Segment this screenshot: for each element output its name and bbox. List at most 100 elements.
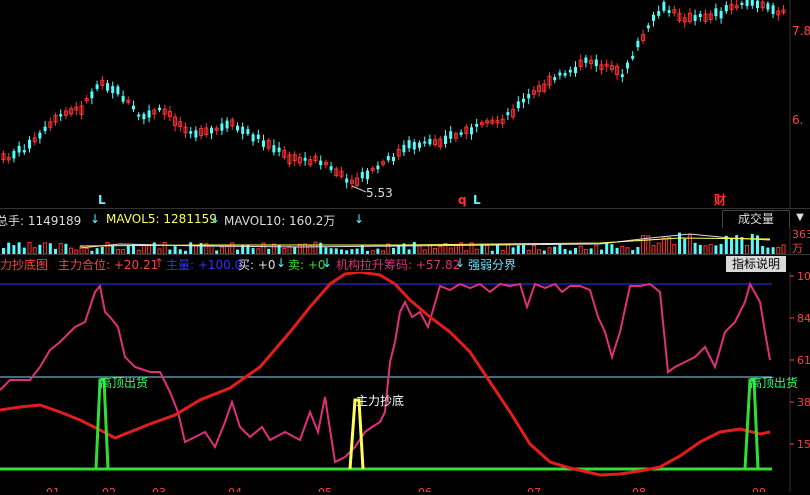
buy-signal-spike — [348, 398, 365, 470]
volume-bar — [17, 242, 21, 254]
volume-bar — [105, 242, 110, 255]
arrow-down-icon: ↓ — [210, 212, 221, 226]
chart-marker: 财 — [713, 192, 726, 207]
volume-bar — [708, 244, 713, 255]
candle-body — [568, 69, 572, 73]
volume-bar — [319, 242, 323, 254]
chevron-down-icon[interactable]: ▼ — [792, 209, 808, 227]
volume-bar — [776, 246, 781, 255]
candle-body — [111, 86, 115, 94]
volume-bars: 363万 — [2, 228, 810, 255]
volume-bar — [693, 242, 697, 254]
candle-body — [626, 62, 629, 69]
candle-body — [407, 140, 411, 149]
indicator-explain-button[interactable]: 指标说明 — [726, 256, 786, 272]
volume-bar — [620, 245, 625, 255]
candle-body — [652, 14, 655, 21]
candle-body — [724, 5, 728, 12]
volume-bar — [719, 243, 723, 254]
candle-body — [553, 77, 557, 81]
volume-axis-top: 363 — [792, 228, 810, 241]
candle-body — [428, 138, 432, 145]
volume-bar — [651, 245, 656, 255]
volume-bar — [297, 243, 302, 255]
buy-value: 买: +0 — [238, 258, 276, 272]
volume-chart-panel[interactable]: 363 万 — [0, 228, 810, 255]
indicator-select[interactable]: 成交量 — [722, 210, 790, 229]
candlestick-chart: 5.537.86.L q L 财 — [1, 0, 810, 208]
arrow-down-icon: ↓ — [322, 256, 333, 270]
candle-body — [246, 129, 250, 134]
volume-bar — [714, 245, 718, 254]
volume-bar — [64, 243, 68, 254]
candle-body — [444, 135, 447, 144]
candle-body — [527, 94, 531, 99]
volume-bar — [293, 246, 297, 254]
candle-body — [418, 142, 421, 148]
candle-body — [756, 0, 759, 9]
volume-bar — [412, 242, 416, 254]
volume-bar — [417, 245, 422, 255]
price-tick: 7.8 — [792, 24, 810, 38]
candle-body — [475, 123, 479, 127]
volume-bar — [511, 247, 515, 254]
volume-header: 总手: 1149189 ↓ MAVOL5: 1281159 ↓ MAVOL10:… — [0, 208, 810, 229]
candle-body — [402, 144, 406, 153]
candle-body — [158, 107, 161, 111]
arrow-down-icon: ↓ — [90, 212, 101, 226]
volume-axis-unit: 万 — [792, 242, 803, 254]
x-tick-label: 04 — [228, 486, 242, 492]
volume-bar — [438, 245, 443, 255]
candle-body — [256, 134, 260, 139]
volume-bar — [386, 243, 391, 255]
candle-body — [574, 66, 577, 74]
volume-bar — [480, 244, 484, 254]
candle-body — [558, 72, 562, 76]
x-tick-label: 01 — [46, 486, 60, 492]
volume-bar — [667, 236, 672, 255]
volume-bar — [683, 238, 687, 254]
mavol5-line — [79, 233, 771, 249]
x-tick-label: 05 — [318, 486, 332, 492]
candle-body — [459, 132, 463, 135]
price-chart-panel[interactable]: 5.53 7.8 6. Lq L 财 — [0, 0, 810, 208]
candle-body — [386, 155, 390, 161]
chart-marker: q — [458, 193, 467, 207]
volume-bar — [656, 242, 661, 255]
candle-body — [584, 57, 588, 63]
indicator-chart-panel[interactable]: 高顶出货主力抄底 高顶出货 100 84 61 38 15 01 02 03 04 05 06 07 08 0… — [0, 270, 810, 495]
y-tick-label: 15 — [797, 438, 810, 451]
candle-body — [771, 5, 775, 15]
candle-body — [147, 110, 151, 118]
candle-body — [745, 0, 749, 7]
candle-body — [360, 172, 364, 179]
volume-bar — [703, 245, 708, 255]
arrow-down-icon: ↓ — [455, 256, 466, 270]
arrow-up-icon: ↑ — [154, 256, 165, 270]
candle-body — [137, 114, 141, 117]
x-tick-label: 03 — [152, 486, 166, 492]
volume-bar — [313, 241, 318, 255]
candle-body — [620, 74, 624, 78]
volume-bar — [558, 244, 562, 254]
candle-body — [59, 114, 63, 117]
volume-bar — [162, 241, 167, 255]
volume-bar — [111, 245, 115, 254]
candle-body — [594, 59, 598, 67]
volume-bar — [636, 247, 640, 254]
low-marker-line — [351, 185, 367, 193]
candle-body — [303, 157, 307, 161]
volume-bar — [287, 246, 292, 255]
volume-bar — [48, 243, 52, 254]
volume-bar — [605, 242, 609, 254]
price-tick: 6. — [792, 113, 803, 127]
volume-bar — [553, 246, 557, 254]
arrow-down-icon: ↓ — [354, 212, 365, 226]
candle-body — [272, 145, 276, 153]
volume-bar — [485, 245, 490, 255]
candle-body — [277, 147, 281, 152]
candle-body — [636, 40, 640, 48]
arrow-down-icon: ↓ — [276, 256, 287, 270]
volume-bar — [126, 245, 130, 254]
x-tick-label: 02 — [102, 486, 116, 492]
